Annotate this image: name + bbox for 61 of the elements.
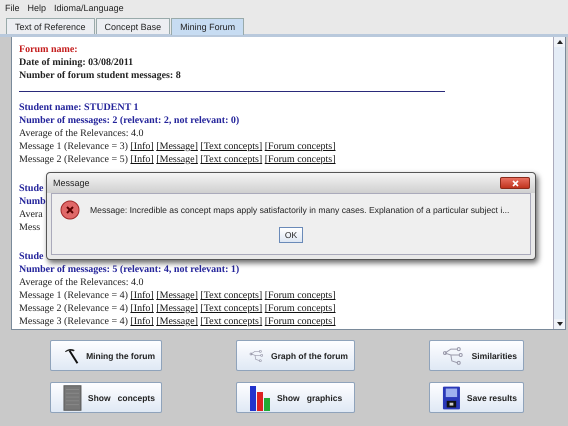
message-link[interactable]: [Text concepts] [200,154,262,165]
ok-button[interactable]: OK [278,227,304,243]
tab[interactable]: Mining Forum [171,18,244,35]
scroll-up-icon[interactable] [556,40,562,44]
message-link[interactable]: [Forum concepts] [264,290,336,301]
message-link[interactable]: [Message] [156,316,198,327]
menu-item[interactable]: Help [28,3,46,15]
message-link[interactable]: [Message] [156,290,198,301]
message-link[interactable]: [Info] [130,316,154,327]
message-relevance: Mess [19,222,40,233]
bar-chart-icon [249,384,271,412]
message-link[interactable]: [Text concepts] [200,303,262,314]
student-name: Student name: STUDENT 1 [19,101,139,114]
message-link[interactable]: [Forum concepts] [264,154,336,165]
message-relevance: Message 3 (Relevance = 4) [19,316,128,327]
messages-summary: Number of messages: 5 (relevant: 4, not relevant: 1) [19,263,240,276]
book-icon [63,384,82,412]
close-icon[interactable] [512,180,518,186]
message-count: Number of forum student messages: 8 [19,69,181,82]
message-link[interactable]: [Message] [156,141,198,152]
average-relevance: Average of the Relevances: 4.0 [19,276,144,289]
dialog-message: Message: Incredible as concept maps apply satisfactorily in many cases. Explanation of a particular subject i... [90,205,510,215]
average-relevance: Avera [19,208,43,221]
close-button[interactable] [500,177,530,189]
message-link[interactable]: [Info] [130,303,154,314]
message-relevance: Message 2 (Relevance = 5) [19,154,128,165]
average-relevance: Average of the Relevances: 4.0 [19,127,144,140]
student-name: Stude [19,182,44,195]
action-button[interactable]: Save results [429,382,524,413]
student-name: Stude [19,250,44,263]
messages-summary: Numb [19,195,46,208]
scroll-bar[interactable] [553,37,565,329]
menu-item[interactable]: File [5,3,20,15]
error-icon [60,200,80,220]
tab[interactable]: Concept Base [96,18,170,34]
dialog-title: Message [53,178,90,188]
tab[interactable]: Text of Reference [6,18,95,34]
action-button[interactable]: Graph of the forum [236,340,355,371]
forum-name-label: Forum name: [19,43,78,56]
mining-date: Date of mining: 03/08/2011 [19,56,134,69]
message-link[interactable]: [Message] [156,154,198,165]
message-relevance: Message 2 (Relevance = 4) [19,303,128,314]
message-link[interactable]: [Forum concepts] [264,303,336,314]
message-link[interactable]: [Text concepts] [200,141,262,152]
message-link[interactable]: [Forum concepts] [264,316,336,327]
scroll-down-icon[interactable] [556,322,562,326]
message-link[interactable]: [Info] [130,154,154,165]
messages-summary: Number of messages: 2 (relevant: 2, not relevant: 0) [19,114,240,127]
message-link[interactable]: [Message] [156,303,198,314]
action-button[interactable]: Similarities [429,340,524,371]
action-button[interactable]: Show concepts [50,382,162,413]
message-link[interactable]: [Info] [130,141,154,152]
message-relevance: Message 1 (Relevance = 4) [19,290,128,301]
action-button[interactable]: Mining the forum [50,340,162,371]
message-relevance: Message 1 (Relevance = 3) [19,141,128,152]
message-link[interactable]: [Forum concepts] [264,141,336,152]
menu-item[interactable]: Idioma/Language [54,3,124,15]
message-link[interactable]: [Text concepts] [200,290,262,301]
message-link[interactable]: [Text concepts] [200,316,262,327]
action-button[interactable]: Show graphics [236,382,355,413]
message-link[interactable]: [Info] [130,290,154,301]
